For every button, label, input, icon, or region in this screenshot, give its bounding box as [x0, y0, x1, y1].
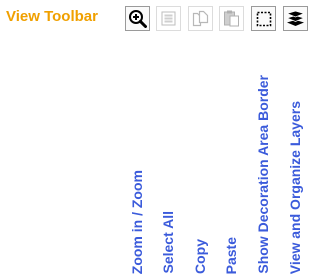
layers-label: View and Organize Layers: [287, 100, 303, 274]
zoom-in-icon: [129, 10, 147, 28]
paste-button[interactable]: [219, 6, 244, 31]
paste-icon: [224, 10, 239, 27]
paste-label: Paste: [223, 236, 239, 274]
zoom-label: Zoom in / Zoom: [129, 169, 145, 274]
select-all-button[interactable]: [156, 6, 181, 31]
layers-button[interactable]: [283, 6, 308, 31]
copy-icon: [192, 10, 209, 27]
select-all-icon: [161, 11, 176, 26]
zoom-button[interactable]: [125, 6, 150, 31]
decoration-border-label: Show Decoration Area Border: [255, 75, 271, 274]
show-decoration-border-button[interactable]: [251, 6, 276, 31]
decoration-border-icon: [256, 11, 271, 26]
copy-label: Copy: [192, 239, 208, 274]
select-all-label: Select All: [160, 211, 176, 274]
layers-icon: [286, 10, 305, 26]
copy-button[interactable]: [188, 6, 213, 31]
toolbar-title: View Toolbar: [6, 8, 98, 25]
